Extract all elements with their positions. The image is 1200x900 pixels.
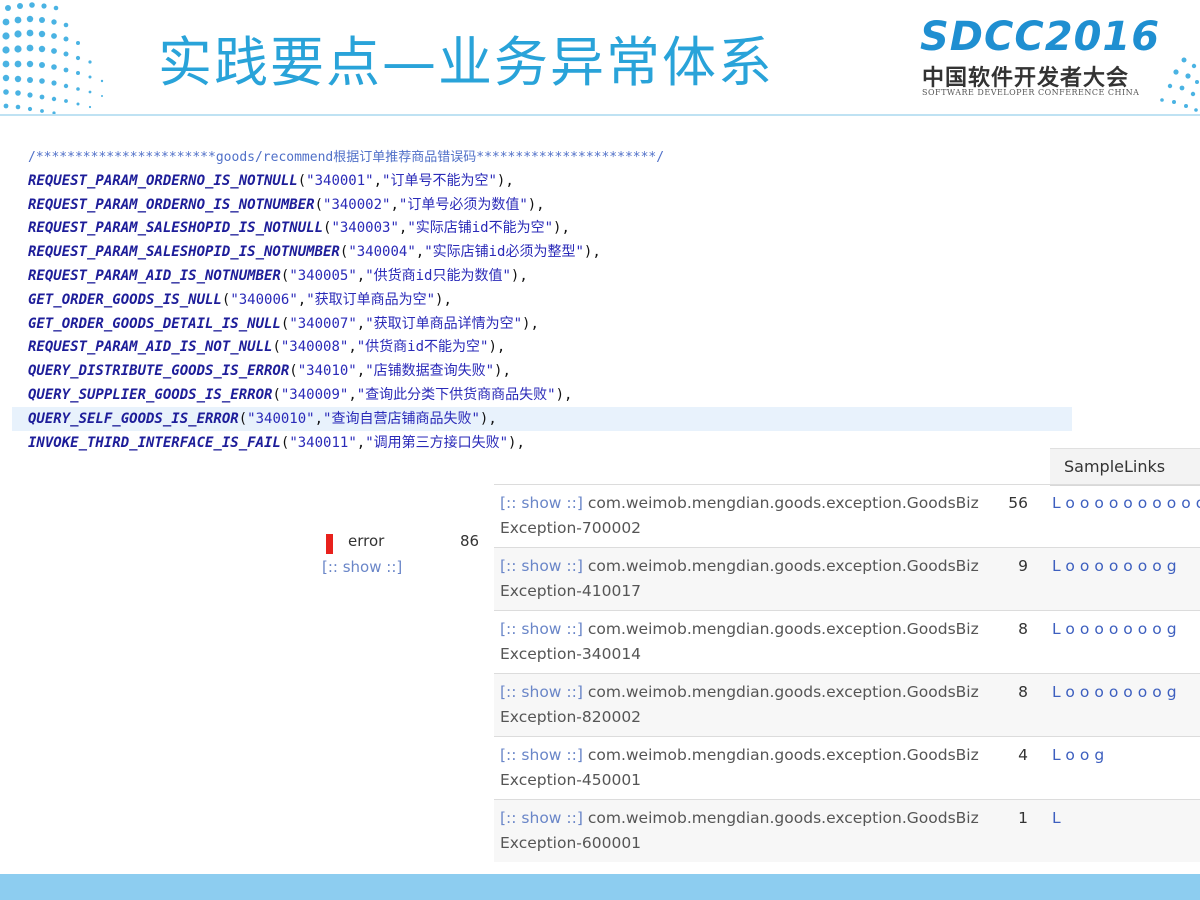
code-constant: REQUEST_PARAM_SALESHOPID_IS_NOTNUMBER [28, 244, 340, 261]
exception-cell: [:: show ::] com.weimob.mengdian.goods.e… [500, 743, 984, 793]
code-value: "340003" [331, 220, 399, 237]
logo-year: 2016 [1044, 14, 1161, 60]
code-message: "订单号必须为数值" [398, 196, 528, 213]
exception-count: 9 [1018, 557, 1028, 575]
show-link[interactable]: [:: show ::] [500, 557, 583, 575]
slide-title: 实践要点—业务异常体系 [158, 31, 774, 94]
exception-count: 4 [1018, 746, 1028, 764]
decorative-dots-right [1160, 57, 1199, 112]
exception-cell: [:: show ::] com.weimob.mengdian.goods.e… [500, 554, 984, 604]
code-message: "获取订单商品详情为空" [365, 315, 523, 332]
code-constant: QUERY_SELF_GOODS_IS_ERROR [28, 410, 239, 427]
exception-count: 8 [1018, 620, 1028, 638]
code-message: "订单号不能为空" [382, 172, 497, 189]
code-message: "获取订单商品为空" [306, 291, 436, 308]
code-comment: /***********************goods/recommend根… [28, 150, 665, 165]
code-line-highlighted: QUERY_SELF_GOODS_IS_ERROR("340010","查询自营… [12, 406, 1078, 432]
sample-links[interactable]: L [1052, 806, 1200, 831]
sample-links[interactable]: Looooooooooooo [1052, 491, 1200, 516]
sample-links[interactable]: Looooooog [1052, 554, 1200, 579]
code-message: "店铺数据查询失败" [365, 363, 495, 380]
show-link[interactable]: [:: show ::] [500, 809, 583, 827]
exception-table: SampleLinks error 86 [:: show ::] [:: sh… [310, 444, 1200, 864]
code-line: GET_ORDER_GOODS_IS_NULL("340006","获取订单商品… [28, 291, 452, 308]
code-line: GET_ORDER_GOODS_DETAIL_IS_NULL("340007",… [28, 315, 539, 332]
exception-count: 56 [1008, 494, 1028, 512]
show-link[interactable]: [:: show ::] [500, 683, 583, 701]
code-line: QUERY_SUPPLIER_GOODS_IS_ERROR("340009","… [28, 386, 573, 403]
table-row: [:: show ::] com.weimob.mengdian.goods.e… [494, 673, 1200, 736]
code-value: "340004" [348, 244, 416, 261]
level-show-link[interactable]: [:: show ::] [322, 558, 402, 576]
level-cell: error 86 [:: show ::] [310, 484, 494, 576]
table-row: [:: show ::] com.weimob.mengdian.goods.e… [494, 799, 1200, 862]
code-message: "实际店铺id不能为空" [407, 220, 554, 237]
table-row: [:: show ::] com.weimob.mengdian.goods.e… [494, 736, 1200, 799]
decorative-dots-left [2, 2, 104, 115]
code-value: "34010" [297, 363, 357, 380]
code-constant: REQUEST_PARAM_ORDERNO_IS_NOTNULL [28, 172, 298, 189]
table-row: [:: show ::] com.weimob.mengdian.goods.e… [494, 610, 1200, 673]
code-constant: GET_ORDER_GOODS_IS_NULL [28, 291, 222, 308]
code-line: REQUEST_PARAM_ORDERNO_IS_NOTNULL("340001… [28, 172, 514, 189]
sample-links[interactable]: Looooooog [1052, 617, 1200, 642]
code-message: "实际店铺id必须为整型" [424, 244, 584, 261]
footer-band [0, 874, 1200, 900]
show-link[interactable]: [:: show ::] [500, 620, 583, 638]
code-line: REQUEST_PARAM_ORDERNO_IS_NOTNUMBER("3400… [28, 196, 545, 213]
code-value: "340001" [306, 172, 374, 189]
code-value: "340002" [323, 196, 391, 213]
code-value: "340007" [289, 315, 357, 332]
logo-wordmark: SDCC2016 [920, 14, 1160, 60]
error-level-indicator [326, 534, 333, 554]
code-constant: INVOKE_THIRD_INTERFACE_IS_FAIL [28, 434, 281, 451]
code-value: "340010" [247, 410, 315, 427]
show-link[interactable]: [:: show ::] [500, 494, 583, 512]
code-constant: QUERY_DISTRIBUTE_GOODS_IS_ERROR [28, 363, 290, 380]
exception-cell: [:: show ::] com.weimob.mengdian.goods.e… [500, 617, 984, 667]
code-constant: QUERY_SUPPLIER_GOODS_IS_ERROR [28, 386, 273, 403]
samplelinks-header-label: SampleLinks [1064, 457, 1166, 476]
code-constant: GET_ORDER_GOODS_DETAIL_IS_NULL [28, 315, 281, 332]
code-message: "供货商id只能为数值" [365, 267, 511, 284]
sample-links[interactable]: Loog [1052, 743, 1200, 768]
sample-links[interactable]: Looooooog [1052, 680, 1200, 705]
code-line: QUERY_DISTRIBUTE_GOODS_IS_ERROR("34010",… [28, 363, 511, 380]
code-constant: REQUEST_PARAM_AID_IS_NOTNUMBER [28, 267, 281, 284]
table-row: [:: show ::] com.weimob.mengdian.goods.e… [494, 547, 1200, 610]
exception-cell: [:: show ::] com.weimob.mengdian.goods.e… [500, 491, 984, 541]
samplelinks-column-header: SampleLinks [1050, 448, 1200, 486]
code-line: REQUEST_PARAM_AID_IS_NOT_NULL("340008","… [28, 339, 506, 356]
level-count: 86 [460, 532, 480, 550]
code-value: "340009" [280, 386, 349, 403]
table-row: [:: show ::] com.weimob.mengdian.goods.e… [494, 484, 1200, 547]
error-code-listing: /***********************goods/recommend根… [12, 146, 1078, 455]
code-line: REQUEST_PARAM_SALESHOPID_IS_NOTNUMBER("3… [28, 244, 601, 261]
logo-english-name: SOFTWARE DEVELOPER CONFERENCE CHINA [922, 88, 1140, 97]
logo-main-text: SDCC [920, 14, 1045, 60]
exception-cell: [:: show ::] com.weimob.mengdian.goods.e… [500, 680, 984, 730]
code-line: REQUEST_PARAM_SALESHOPID_IS_NOTNULL("340… [28, 220, 570, 237]
code-value: "340005" [289, 267, 357, 284]
code-constant: REQUEST_PARAM_AID_IS_NOT_NULL [28, 339, 273, 356]
code-message: "查询自营店铺商品失败" [323, 410, 480, 427]
header-divider [0, 114, 1200, 116]
show-link[interactable]: [:: show ::] [500, 746, 583, 764]
code-line: REQUEST_PARAM_AID_IS_NOTNUMBER("340005",… [28, 267, 528, 284]
code-value: "340008" [280, 339, 349, 356]
exception-cell: [:: show ::] com.weimob.mengdian.goods.e… [500, 806, 984, 856]
exception-count: 1 [1018, 809, 1028, 827]
code-value: "340006" [230, 291, 298, 308]
code-message: "供货商id不能为空" [356, 339, 489, 356]
slide-header: 实践要点—业务异常体系 SDCC2016 中国软件开发者大会 SOFTWARE … [0, 0, 1200, 116]
code-constant: REQUEST_PARAM_ORDERNO_IS_NOTNUMBER [28, 196, 315, 213]
exception-count: 8 [1018, 683, 1028, 701]
code-message: "查询此分类下供货商商品失败" [356, 386, 556, 403]
code-constant: REQUEST_PARAM_SALESHOPID_IS_NOTNULL [28, 220, 324, 237]
level-label: error [348, 532, 385, 550]
